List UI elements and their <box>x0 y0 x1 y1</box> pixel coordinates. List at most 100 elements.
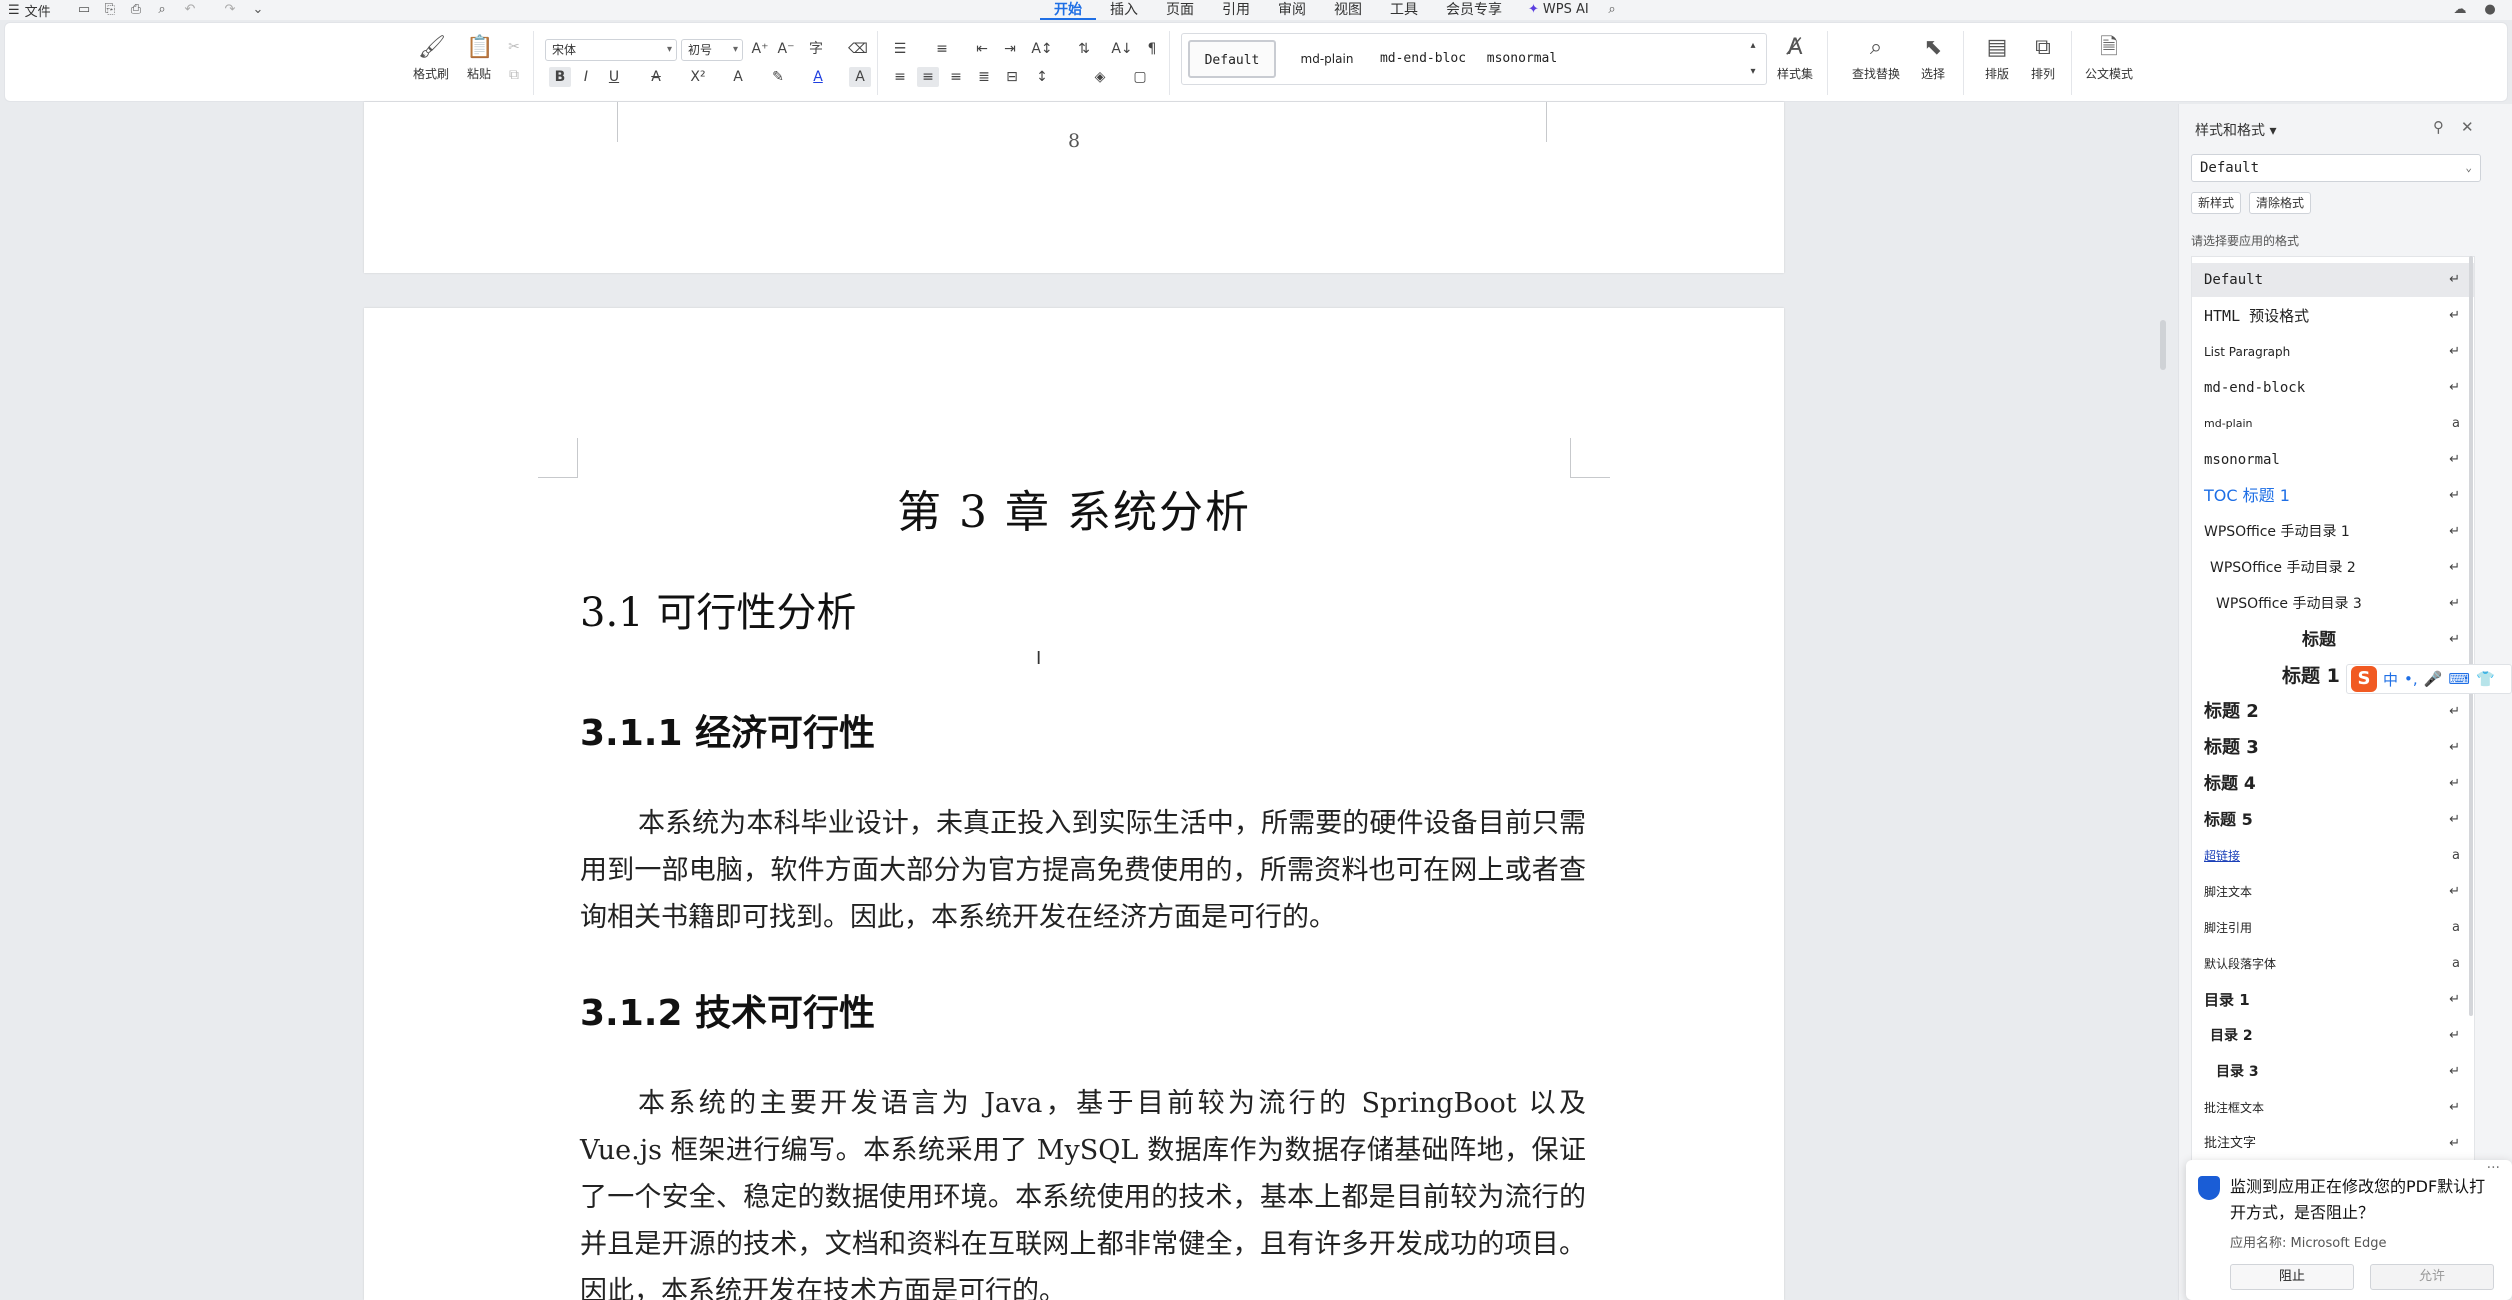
style-list-item[interactable]: md-plain a <box>2192 407 2474 441</box>
phonetic-guide-icon[interactable]: 字 <box>805 39 827 59</box>
show-marks-icon[interactable]: ¶ <box>1141 39 1163 59</box>
gallery-expand-icon[interactable]: ▾ <box>1742 62 1764 82</box>
style-list-item[interactable]: WPSOffice 手动目录 2 ↵ <box>2192 551 2474 585</box>
tab-view[interactable]: 视图 <box>1320 0 1376 20</box>
bullet-list-icon[interactable]: ☰ <box>889 39 911 59</box>
sort-icon[interactable]: ⇅ <box>1073 39 1095 59</box>
style-gallery-default[interactable]: Default <box>1188 40 1276 78</box>
distribute-icon[interactable]: ⊟ <box>1001 67 1023 87</box>
style-list-item[interactable]: List Paragraph ↵ <box>2192 335 2474 369</box>
document-scrollbar[interactable] <box>2160 320 2166 370</box>
tab-tools[interactable]: 工具 <box>1376 0 1432 20</box>
new-style-button[interactable]: 新样式 <box>2191 192 2242 214</box>
style-list-item[interactable]: 目录 3 ↵ <box>2192 1055 2474 1089</box>
paragraph-technical[interactable]: 本系统的主要开发语言为 Java，基于目前较为流行的 SpringBoot 以及… <box>580 1080 1586 1300</box>
account-icon[interactable]: ● <box>2482 2 2498 18</box>
tab-review[interactable]: 审阅 <box>1264 0 1320 20</box>
print-preview-icon[interactable]: ⌕ <box>154 2 170 18</box>
text-effect-icon[interactable]: A <box>727 67 749 87</box>
document-page-current[interactable]: 第 3 章 系统分析 3.1 可行性分析 3.1.1 经济可行性 本系统为本科毕… <box>364 308 1784 1300</box>
style-list-item[interactable]: 脚注引用 a <box>2192 911 2474 945</box>
paragraph-economic[interactable]: 本系统为本科毕业设计，未真正投入到实际生活中，所需要的硬件设备目前只需用到一部电… <box>580 800 1586 941</box>
justify-icon[interactable]: ≣ <box>973 67 995 87</box>
strikethrough-icon[interactable]: A <box>645 67 667 87</box>
text-direction-icon[interactable]: A↕ <box>1031 39 1053 59</box>
align-center-icon[interactable]: ≡ <box>917 67 939 87</box>
ime-mode-indicator[interactable]: 中 <box>2383 669 2398 690</box>
style-gallery-md-end-block[interactable]: md-end-bloc <box>1374 40 1472 78</box>
style-list-item[interactable]: 目录 2 ↵ <box>2192 1019 2474 1053</box>
style-list-item[interactable]: 标题 ↵ <box>2192 623 2474 657</box>
close-icon[interactable]: ✕ <box>2461 118 2474 136</box>
save-icon[interactable]: ▭ <box>76 2 92 18</box>
font-shrink-icon[interactable]: A⁻ <box>775 39 797 59</box>
italic-icon[interactable]: I <box>575 67 597 87</box>
tab-insert[interactable]: 插入 <box>1096 0 1152 20</box>
subsection-heading-technical[interactable]: 3.1.2 技术可行性 <box>580 984 875 1036</box>
layout-button[interactable]: ▤ 排版 <box>1975 31 2019 82</box>
style-gallery-msonormal[interactable]: msonormal <box>1474 40 1570 78</box>
align-left-icon[interactable]: ≡ <box>889 67 911 87</box>
undo-icon[interactable]: ↶ <box>182 2 198 18</box>
official-mode-button[interactable]: 🗎 公文模式 <box>2081 31 2137 82</box>
skin-icon[interactable]: 👕 <box>2476 670 2495 688</box>
line-spacing-icon[interactable]: ↕ <box>1031 67 1053 87</box>
select-button[interactable]: ⬉ 选择 <box>1911 31 1955 82</box>
border-icon[interactable]: ▢ <box>1129 67 1151 87</box>
sort-az-icon[interactable]: A↓ <box>1111 39 1133 59</box>
chapter-title[interactable]: 第 3 章 系统分析 <box>364 476 1784 540</box>
file-menu-button[interactable]: ☰ 文件 <box>8 1 51 20</box>
section-heading[interactable]: 3.1 可行性分析 <box>580 580 856 638</box>
font-name-select[interactable]: 宋体 ▾ <box>545 39 677 61</box>
style-list-item[interactable]: 超链接 a <box>2192 839 2474 873</box>
chevron-down-icon[interactable]: ⌄ <box>250 2 266 18</box>
styles-panel-title[interactable]: 样式和格式 ▾ <box>2195 120 2276 140</box>
align-right-icon[interactable]: ≡ <box>945 67 967 87</box>
format-painter-button[interactable]: 🖌 格式刷 <box>409 31 453 82</box>
clear-format-button[interactable]: 清除格式 <box>2249 192 2312 214</box>
punctuation-icon[interactable]: •, <box>2404 670 2418 688</box>
print-icon[interactable]: ⎙ <box>128 2 144 18</box>
style-list-item[interactable]: 批注文字 ↵ <box>2192 1127 2474 1161</box>
highlight-icon[interactable]: ✎ <box>767 67 789 87</box>
style-list-item[interactable]: md-end-block ↵ <box>2192 371 2474 405</box>
tab-references[interactable]: 引用 <box>1208 0 1264 20</box>
superscript-icon[interactable]: X² <box>687 67 709 87</box>
style-list-item[interactable]: 脚注文本 ↵ <box>2192 875 2474 909</box>
shading-icon[interactable]: ◈ <box>1089 67 1111 87</box>
style-set-button[interactable]: A̸ 样式集 <box>1771 31 1819 82</box>
current-style-select[interactable]: Default ⌄ <box>2191 154 2481 182</box>
style-list-item[interactable]: HTML 预设格式 ↵ <box>2192 299 2474 333</box>
font-color-icon[interactable]: A <box>807 67 829 87</box>
export-pdf-icon[interactable]: ⎘ <box>102 2 118 18</box>
style-list-item[interactable]: 标题 5 ↵ <box>2192 803 2474 837</box>
style-list-item[interactable]: msonormal ↵ <box>2192 443 2474 477</box>
style-list-item[interactable]: Default ↵ <box>2192 263 2474 297</box>
keyboard-icon[interactable]: ⌨ <box>2448 670 2470 688</box>
microphone-icon[interactable]: 🎤 <box>2424 670 2443 688</box>
style-list-item[interactable]: 标题 2 ↵ <box>2192 695 2474 729</box>
sogou-logo-icon[interactable]: S <box>2351 666 2377 692</box>
style-list-item[interactable]: 目录 1 ↵ <box>2192 983 2474 1017</box>
copy-icon[interactable]: ⧉ <box>503 65 525 85</box>
document-page-previous[interactable]: 8 <box>364 102 1784 273</box>
redo-icon[interactable]: ↷ <box>222 2 238 18</box>
style-list-item[interactable]: 批注框文本 ↵ <box>2192 1091 2474 1125</box>
font-grow-icon[interactable]: A⁺ <box>749 39 771 59</box>
char-shading-icon[interactable]: A <box>849 67 871 87</box>
tab-home[interactable]: 开始 <box>1040 0 1096 20</box>
style-list-item[interactable]: 标题 3 ↵ <box>2192 731 2474 765</box>
underline-icon[interactable]: U <box>603 67 625 87</box>
style-list-item[interactable]: WPSOffice 手动目录 3 ↵ <box>2192 587 2474 621</box>
tab-member[interactable]: 会员专享 <box>1432 0 1516 20</box>
paste-button[interactable]: 📋 粘贴 <box>457 31 501 82</box>
numbered-list-icon[interactable]: ≡ <box>931 39 953 59</box>
allow-button[interactable]: 允许 <box>2370 1264 2494 1290</box>
cloud-icon[interactable]: ☁ <box>2452 2 2468 18</box>
tab-page[interactable]: 页面 <box>1152 0 1208 20</box>
arrange-button[interactable]: ⧉ 排列 <box>2021 31 2065 82</box>
find-replace-button[interactable]: ⌕ 查找替换 <box>1845 31 1907 82</box>
style-gallery-md-plain[interactable]: md-plain <box>1282 40 1372 78</box>
style-list-item[interactable]: WPSOffice 手动目录 1 ↵ <box>2192 515 2474 549</box>
cut-icon[interactable]: ✂ <box>503 37 525 57</box>
